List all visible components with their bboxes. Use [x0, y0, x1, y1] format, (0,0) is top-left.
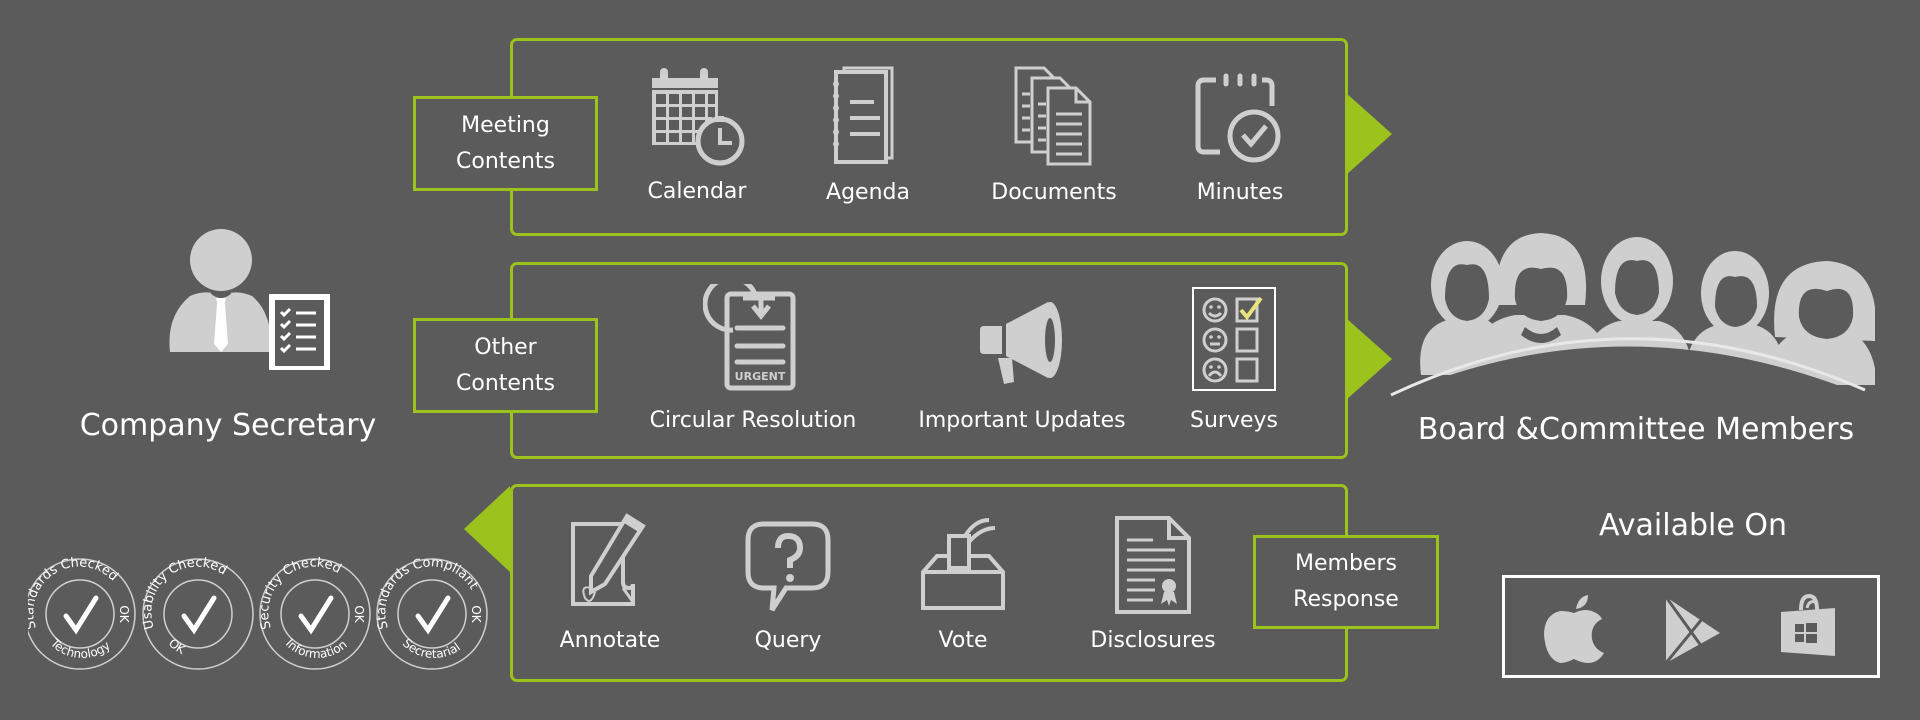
- item-label: Disclosures: [1090, 628, 1216, 653]
- board-members-group-icon: [1385, 233, 1877, 415]
- item-label: Calendar: [647, 179, 747, 204]
- item-label: Agenda: [826, 180, 910, 205]
- tag-line: Other: [474, 334, 537, 360]
- arrow-right-icon: [1346, 93, 1392, 175]
- item-label: Documents: [991, 180, 1117, 205]
- checkmark-icon: [415, 595, 451, 635]
- other-contents-tag: Other Contents: [413, 318, 598, 413]
- documents-stack-icon: [1014, 66, 1092, 166]
- company-secretary: [160, 220, 335, 374]
- item-label: Circular Resolution: [649, 408, 857, 433]
- members-response-tag: Members Response: [1253, 535, 1439, 629]
- item-label: Minutes: [1196, 180, 1284, 205]
- board-members: [1385, 215, 1877, 415]
- quality-badge: Standards CheckedTechnologyOK: [22, 555, 136, 670]
- seal-side-text: OK: [469, 605, 483, 623]
- checkmark-icon: [181, 595, 217, 635]
- tag-line: Members: [1295, 551, 1397, 576]
- item-minutes[interactable]: Minutes: [1130, 72, 1350, 205]
- notebook-icon: [833, 66, 894, 164]
- calendar-clock-icon: [652, 68, 745, 166]
- quality-badge: Standards CompliantSecretarialOK: [374, 555, 488, 670]
- tag-line: Response: [1293, 587, 1399, 612]
- item-label: Annotate: [559, 628, 661, 653]
- megaphone-icon: [980, 302, 1062, 384]
- item-surveys[interactable]: Surveys: [1124, 286, 1344, 433]
- item-disclosures[interactable]: Disclosures: [1043, 514, 1263, 653]
- urgent-text: URGENT: [735, 370, 786, 383]
- google-play-icon[interactable]: [1662, 595, 1726, 663]
- urgent-document-icon: URGENT: [703, 284, 796, 391]
- seal-bottom-text: Information: [283, 636, 350, 661]
- seal-side-text: OK: [352, 605, 366, 623]
- windows-store-icon[interactable]: [1777, 590, 1841, 662]
- item-circular-resolution[interactable]: URGENT Circular Resolution: [643, 284, 863, 433]
- tag-line: Contents: [456, 148, 555, 174]
- certificate-document-icon: [1115, 516, 1191, 614]
- app-stores-box: [1502, 575, 1880, 678]
- item-important-updates[interactable]: Important Updates: [912, 296, 1132, 433]
- item-label: Important Updates: [918, 408, 1126, 433]
- board-members-label: Board &Committee Members: [1417, 412, 1855, 447]
- tag-line: Meeting: [461, 112, 550, 138]
- seal-bottom-text: OK: [166, 636, 188, 657]
- company-secretary-label: Company Secretary: [79, 408, 377, 443]
- survey-smileys-icon: [1192, 287, 1276, 391]
- item-label: Vote: [938, 628, 988, 653]
- badges-row: Standards CheckedTechnologyOKUsability C…: [22, 555, 488, 680]
- tag-line: Contents: [456, 370, 555, 396]
- available-on-title: Available On: [1599, 508, 1787, 543]
- question-bubble-icon: [745, 521, 831, 612]
- quality-badge: Usability CheckedOK: [140, 555, 254, 670]
- meeting-contents-tag: Meeting Contents: [413, 96, 598, 191]
- quality-badge: Security Checked InformationOK: [257, 555, 371, 670]
- person-with-checklist-icon: [169, 229, 330, 372]
- clipboard-check-icon: [1195, 73, 1281, 163]
- seal-top-text: Security Checked: [257, 556, 343, 631]
- item-label: Query: [754, 628, 822, 653]
- checkmark-icon: [63, 595, 99, 635]
- checkmark-icon: [298, 595, 334, 635]
- item-label: Surveys: [1190, 408, 1278, 433]
- ballot-box-icon: [921, 518, 1005, 610]
- item-vote[interactable]: Vote: [853, 516, 1073, 653]
- seal-side-text: OK: [117, 605, 131, 623]
- pencil-paper-icon: [571, 513, 646, 606]
- apple-icon[interactable]: [1542, 595, 1606, 663]
- quality-badges: Standards CheckedTechnologyOKUsability C…: [22, 555, 488, 670]
